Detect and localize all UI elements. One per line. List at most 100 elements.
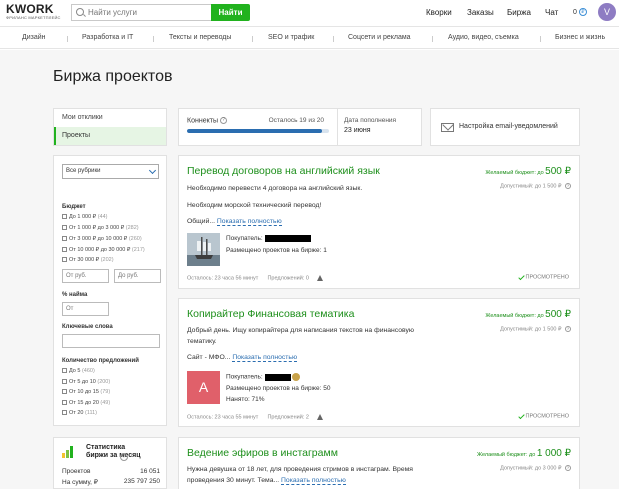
project-card: Перевод договоров на английский язык Жел… [178,155,580,289]
project-description-more: проведения 30 минут. Тема... Показать по… [187,476,457,486]
project-title[interactable]: Перевод договоров на английский язык [187,165,380,177]
warning-icon[interactable] [316,275,323,281]
project-title[interactable]: Ведение эфиров в инстаграмм [187,447,338,459]
checkbox[interactable] [62,410,67,416]
budget-from-input[interactable]: От руб. [62,269,109,283]
category-divider [333,36,334,42]
offers-option[interactable]: От 15 до 20 (49) [62,400,110,406]
checkbox[interactable] [62,257,67,263]
nav-exchange[interactable]: Биржа [507,8,531,17]
project-description-more: Общий... Показать полностью [187,217,457,227]
logo[interactable]: KWORK ФРИЛАНС МАРКЕТПЛЕЙС [6,3,61,20]
checkbox[interactable] [62,368,67,374]
rubric-select[interactable]: Все рубрики [62,164,159,179]
stats-row: Проектов 16 051 [62,468,160,475]
email-notifications-settings[interactable]: Настройка email-уведомлений [430,108,580,146]
buyer-name: Покупатель: [226,373,301,381]
category-dev-it[interactable]: Разработка и IT [82,34,133,41]
buyer-avatar[interactable]: A [187,371,220,404]
help-icon[interactable]: ? [565,326,571,332]
balance[interactable]: 0 ₽ [573,8,587,16]
checkbox[interactable] [62,225,67,231]
budget-option[interactable]: До 1 000 ₽ (44) [62,214,107,220]
buyer-photo[interactable] [187,233,220,266]
help-icon[interactable]: ? [219,117,227,124]
budget-option[interactable]: От 3 000 ₽ до 10 000 ₽ (260) [62,236,142,242]
checkbox[interactable] [62,379,67,385]
offers-label: Количество предложений [62,358,139,364]
refill-label: Дата пополнения [344,117,397,124]
exchange-stats: Статистика биржи за месяц ? Проектов 16 0… [53,437,167,489]
buyer-posted: Размещено проектов на бирже: 50 [226,385,331,392]
bar-chart-icon [62,446,76,458]
budget-allowed: Допустимый: до 1 500 ₽ ? [500,183,571,189]
project-description: Добрый день. Ищу копирайтера для написан… [187,327,414,334]
logo-subtitle: ФРИЛАНС МАРКЕТПЛЕЙС [6,15,61,20]
help-icon[interactable]: ? [565,183,571,189]
keywords-input[interactable] [62,334,160,348]
show-more-link[interactable]: Показать полностью [232,354,298,362]
budget-option[interactable]: От 1 000 ₽ до 3 000 ₽ (282) [62,225,139,231]
project-footer: Осталось: 23 часа 56 минут Предложений: … [187,275,323,281]
project-description: Необходим морской технический перевод! [187,202,322,209]
budget-option-label: До 1 000 ₽ [69,214,97,220]
check-icon [517,273,525,281]
checkbox[interactable] [62,236,67,242]
hired-input[interactable]: От [62,302,109,316]
category-texts[interactable]: Тексты и переводы [169,34,231,41]
buyer-name-redacted[interactable] [264,235,311,242]
nav-chat[interactable]: Чат [545,8,558,17]
buyer-name-redacted[interactable] [264,373,291,381]
help-icon[interactable]: ? [565,465,571,471]
menu-my-responses[interactable]: Мои отклики [54,109,166,127]
offers-option[interactable]: До 5 (460) [62,368,95,374]
budget-option[interactable]: От 10 000 ₽ до 30 000 ₽ (217) [62,247,145,253]
category-divider [153,36,154,42]
checkbox[interactable] [62,214,67,220]
offers-count: Предложений: 0 [267,275,309,282]
checkbox[interactable] [62,389,67,395]
offers-option-count: (49) [100,400,111,406]
category-business[interactable]: Бизнес и жизнь [555,34,605,41]
budget-option-label: От 1 000 ₽ до 3 000 ₽ [69,225,125,231]
show-more-link[interactable]: Показать полностью [281,477,346,485]
project-description-teaser: Сайт - МФО... [187,354,231,361]
offers-option[interactable]: От 10 до 15 (79) [62,389,110,395]
budget-wanted: Желаемый бюджет: до 500 ₽ [485,309,571,320]
stats-row-value: 16 051 [140,468,160,475]
balance-value: 0 [573,8,577,16]
project-title[interactable]: Копирайтер Финансовая тематика [187,308,354,320]
warning-icon[interactable] [316,414,323,420]
time-left: Осталось: 23 часа 56 минут [187,275,259,282]
search-input[interactable] [88,6,208,19]
budget-allowed: Допустимый: до 3 000 ₽ ? [500,465,571,471]
offers-option[interactable]: От 5 до 10 (200) [62,379,110,385]
budget-wanted-label: Желаемый бюджет: до [485,170,544,176]
category-audio-video[interactable]: Аудио, видео, съемка [448,34,519,41]
nav-kworks[interactable]: Кворки [426,8,452,17]
nav-orders[interactable]: Заказы [467,8,494,17]
help-icon[interactable]: ? [120,453,128,461]
budget-label: Бюджет [62,204,86,210]
offers-option[interactable]: От 20 (111) [62,410,97,416]
stats-row-value: 235 797 250 [123,478,160,485]
category-design[interactable]: Дизайн [22,34,46,41]
checkbox[interactable] [62,247,67,253]
menu-projects[interactable]: Проекты [54,127,166,145]
category-social[interactable]: Соцсети и реклама [348,34,411,41]
stats-row: На сумму, ₽ 235 797 250 [62,478,160,486]
budget-option-count: (282) [125,225,139,231]
search-button[interactable]: Найти [211,4,250,21]
budget-wanted-value: 500 ₽ [545,309,571,320]
search-icon [76,8,84,16]
checkbox[interactable] [62,400,67,406]
hired-label: % найма [62,292,88,298]
budget-option-count: (260) [128,236,142,242]
budget-to-input[interactable]: До руб. [114,269,161,283]
budget-option[interactable]: От 30 000 ₽ (202) [62,257,114,263]
show-more-link[interactable]: Показать полностью [216,218,282,226]
offers-option-label: От 10 до 15 [69,389,99,395]
offers-option-count: (111) [84,410,98,416]
category-seo[interactable]: SEO и трафик [268,34,314,41]
user-avatar[interactable]: V [598,3,616,21]
